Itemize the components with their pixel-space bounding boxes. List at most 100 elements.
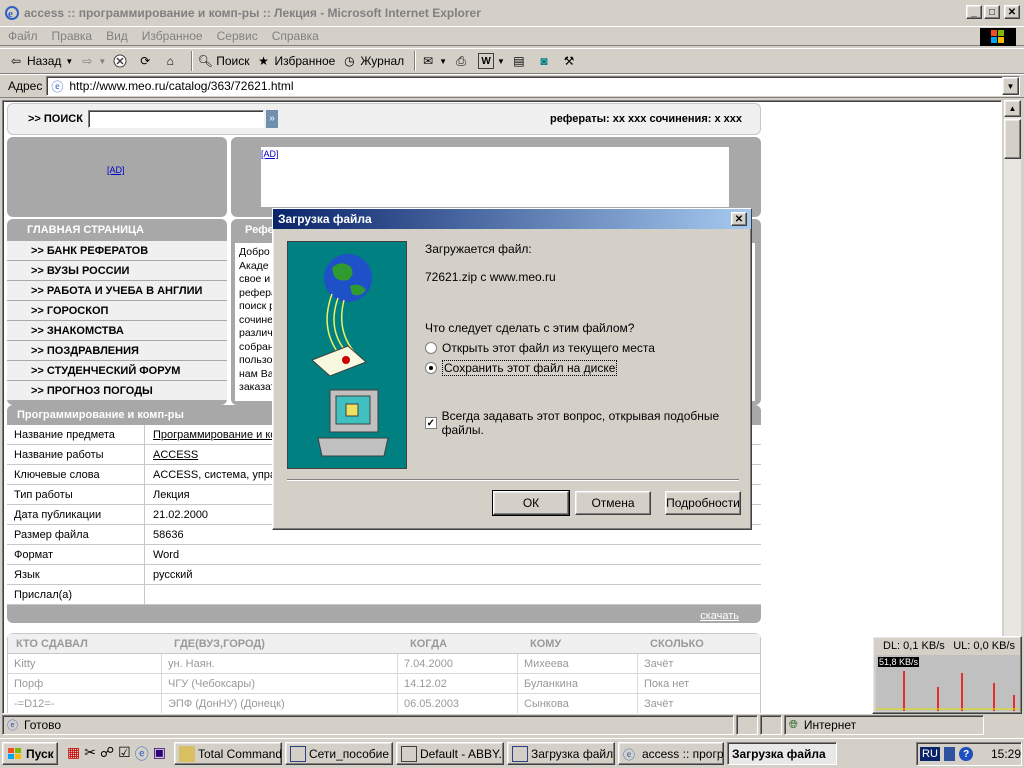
ie-quicklaunch-icon[interactable]: ⓔ [135, 744, 149, 764]
printer-icon: ⎙ [456, 53, 466, 68]
always-ask-checkbox[interactable]: ✓ Всегда задавать этот вопрос, открывая … [425, 409, 751, 437]
stop-button[interactable] [112, 53, 131, 69]
start-button[interactable]: Пуск [2, 742, 58, 765]
refresh-button[interactable]: ⟳ [137, 53, 156, 69]
mail-icon: ✉ [423, 54, 434, 68]
dialog-titlebar[interactable]: Загрузка файла ✕ [273, 209, 751, 229]
tools-button[interactable]: ⚒ [561, 53, 580, 69]
task-abbyy[interactable]: Default - ABBY... [395, 742, 504, 765]
page-icon: ⓔ [51, 79, 64, 94]
task-total-commander[interactable]: Total Command... [173, 742, 282, 765]
ad-link-left[interactable]: [AD] [107, 165, 125, 175]
edit-word-button[interactable]: W ▼ [478, 53, 505, 69]
open-radio[interactable]: Открыть этот файл из текущего места [425, 341, 655, 355]
mail-button[interactable]: ✉ ▼ [420, 53, 447, 69]
dialog-title: Загрузка файла [278, 212, 372, 226]
address-dropdown-button[interactable]: ▼ [1002, 77, 1019, 95]
cancel-button[interactable]: Отмена [575, 491, 651, 515]
save-radio[interactable]: Сохранить этот файл на диске [425, 360, 618, 376]
upload-rate: UL: 0,0 KB/s [953, 640, 1015, 652]
print-button[interactable]: ⎙ [453, 53, 472, 69]
menu-edit[interactable]: Правка [52, 29, 93, 43]
status-pane [760, 715, 782, 735]
checklist-icon[interactable]: ☑ [118, 744, 131, 764]
search-button[interactable]: 🔍︎ Поиск [197, 53, 250, 69]
toolbar: ⇦ Назад ▼ ⇨ ▼ ⟳ ⌂ 🔍︎ Поиск ★ Избранное ◷ Журна… [0, 48, 1024, 74]
home-button[interactable]: ⌂ [162, 53, 181, 69]
task-download-dialog[interactable]: Загрузка файла [726, 742, 837, 765]
minimize-button[interactable]: _ [966, 5, 982, 19]
radio-unchecked-icon[interactable] [425, 342, 437, 354]
nav-header[interactable]: ГЛАВНАЯ СТРАНИЦА [7, 219, 227, 241]
task-word-doc[interactable]: Сети_пособие ... [284, 742, 393, 765]
favorites-button[interactable]: ★ Избранное [256, 53, 335, 69]
net-monitor[interactable]: DL: 0,1 KB/s UL: 0,0 KB/s 51,8 KB/s [872, 636, 1022, 714]
windows-logo [980, 28, 1016, 46]
chevron-down-icon[interactable]: ▼ [439, 57, 447, 66]
language-indicator[interactable]: RU [920, 747, 940, 761]
scroll-thumb[interactable] [1004, 119, 1021, 159]
nav-item-forum[interactable]: >> СТУДЕНЧЕСКИЙ ФОРУМ [7, 361, 227, 381]
discuss-button[interactable]: ▤ [511, 53, 530, 69]
scroll-up-button[interactable]: ▲ [1004, 100, 1021, 117]
history-row: Kitty ун. Наян. 7.04.2000 Михеева Зачёт [8, 654, 760, 674]
menu-favorites[interactable]: Избранное [142, 29, 203, 43]
nav-item-horoscope[interactable]: >> ГОРОСКОП [7, 301, 227, 321]
site-search-input[interactable] [88, 110, 264, 128]
network-icon[interactable]: ☍ [100, 744, 114, 764]
tray-app-icon[interactable] [943, 747, 956, 761]
radio-checked-icon[interactable] [425, 362, 437, 374]
table-row: Язык русский [7, 565, 761, 585]
close-window-button[interactable]: ✕ [1004, 5, 1020, 19]
menu-view[interactable]: Вид [106, 29, 128, 43]
nav-item-england[interactable]: >> РАБОТА И УЧЕБА В АНГЛИИ [7, 281, 227, 301]
details-button[interactable]: Подробности [665, 491, 741, 515]
task-download-file[interactable]: Загрузка файл... [506, 742, 615, 765]
app-icon[interactable]: ▦ [67, 744, 80, 764]
ad-link-right[interactable]: [AD] [261, 149, 279, 159]
menu-file[interactable]: Файл [8, 29, 38, 43]
download-illustration-icon [311, 254, 389, 457]
search-label: >> ПОИСК [28, 113, 83, 125]
history-panel: КТО СДАВАЛ ГДЕ(ВУЗ,ГОРОД) КОГДА КОМУ СКО… [7, 633, 761, 713]
dialog-close-button[interactable]: ✕ [731, 212, 747, 226]
table-row: Формат Word [7, 545, 761, 565]
chevron-down-icon[interactable]: ▼ [98, 57, 106, 66]
nav-item-universities[interactable]: >> ВУЗЫ РОССИИ [7, 261, 227, 281]
checkbox-checked-icon[interactable]: ✓ [425, 417, 437, 429]
home-icon: ⌂ [166, 54, 174, 68]
nav-item-bank[interactable]: >> БАНК РЕФЕРАТОВ [7, 241, 227, 261]
address-input[interactable]: ⓔ http://www.meo.ru/catalog/363/72621.ht… [46, 76, 1020, 96]
forward-button[interactable]: ⇨ ▼ [79, 53, 106, 69]
maximize-button[interactable]: □ [984, 5, 1000, 19]
save-disk-icon[interactable]: ▣ [153, 744, 166, 764]
task-ie-access[interactable]: ⓔaccess :: прогр... [617, 742, 724, 765]
chevron-down-icon[interactable]: ▼ [497, 57, 505, 66]
system-tray: RU ? 15:29 [916, 742, 1022, 766]
nav-item-weather[interactable]: >> ПРОГНОЗ ПОГОДЫ [7, 381, 227, 401]
window-titlebar[interactable]: e access :: программирование и комп-ры :… [0, 0, 1024, 26]
menu-help[interactable]: Справка [272, 29, 319, 43]
page-done-icon: ⓔ [7, 720, 18, 732]
clock: 15:29 [990, 747, 1021, 761]
zone-text: Интернет [803, 718, 857, 732]
nav-panel: ГЛАВНАЯ СТРАНИЦА >> БАНК РЕФЕРАТОВ >> ВУ… [7, 219, 227, 405]
refresh-icon: ⟳ [140, 54, 151, 68]
ok-button[interactable]: ОК [492, 490, 570, 516]
history-button[interactable]: ◷ Журнал [341, 53, 404, 69]
vertical-scrollbar[interactable]: ▲ [1004, 100, 1021, 714]
nav-item-greetings[interactable]: >> ПОЗДРАВЛЕНИЯ [7, 341, 227, 361]
ad-panel-left: [AD] [7, 137, 227, 217]
filename-label: 72621.zip с www.meo.ru [425, 270, 556, 284]
help-icon[interactable]: ? [959, 747, 973, 761]
chevron-down-icon[interactable]: ▼ [65, 57, 73, 66]
menu-tools[interactable]: Сервис [217, 29, 258, 43]
search-go-button[interactable]: » [266, 110, 278, 128]
back-button[interactable]: ⇦ Назад ▼ [8, 53, 73, 69]
messenger-button[interactable]: ◙ [536, 53, 555, 69]
download-dialog: Загрузка файла ✕ Загружается файл: 72621… [272, 208, 752, 530]
scissors-icon[interactable]: ✂ [84, 744, 96, 764]
nav-item-dating[interactable]: >> ЗНАКОМСТВА [7, 321, 227, 341]
download-link[interactable]: скачать [700, 610, 739, 622]
document-icon: ▤ [513, 54, 525, 68]
